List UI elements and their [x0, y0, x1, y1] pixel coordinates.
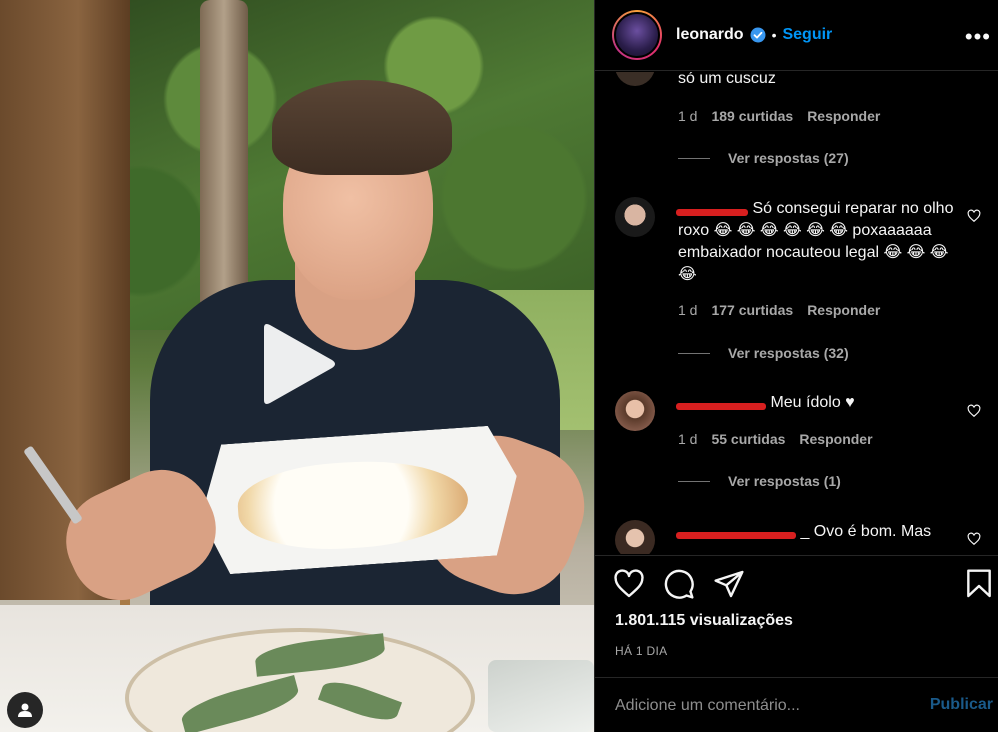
- view-replies-label: Ver respostas (1): [728, 473, 841, 489]
- heart-icon[interactable]: [613, 568, 645, 600]
- comment-body: _ Ovo é bom. Mas: [676, 521, 968, 543]
- comments-list[interactable]: só um cuscuz 1 d 189 curtidas Responder …: [595, 72, 998, 554]
- reply-button[interactable]: Responder: [807, 302, 880, 318]
- comment-icon[interactable]: [663, 568, 695, 600]
- comment-body: Só consegui reparar no olho roxo 😂 😂 😂 😂…: [676, 198, 968, 286]
- separator-dot: •: [771, 27, 777, 43]
- comment-text: só um cuscuz: [678, 72, 776, 87]
- more-options-icon[interactable]: •••: [965, 24, 991, 50]
- comment-text: _ Ovo é bom. Mas: [800, 523, 932, 540]
- post-side-panel: leonardo • Seguir ••• só um cuscuz 1 d 1…: [594, 0, 998, 732]
- comment-avatar[interactable]: [615, 72, 655, 86]
- video-glass: [488, 660, 594, 732]
- heart-icon[interactable]: [967, 532, 981, 546]
- comment-meta: 1 d 177 curtidas Responder: [678, 302, 880, 318]
- comment-time: 1 d: [678, 108, 698, 124]
- user-tag-icon: [18, 703, 32, 717]
- heart-icon[interactable]: [967, 209, 981, 223]
- comment-likes[interactable]: 189 curtidas: [711, 108, 793, 124]
- comment-time: 1 d: [678, 302, 698, 318]
- comment-body: Meu ídolo ♥: [676, 392, 968, 414]
- comment-username[interactable]: [676, 394, 770, 411]
- comment-avatar[interactable]: [615, 520, 655, 554]
- reply-button[interactable]: Responder: [807, 108, 880, 124]
- view-count[interactable]: 1.801.115 visualizações: [615, 612, 793, 630]
- post-actions: 1.801.115 visualizações HÁ 1 DIA: [595, 555, 998, 677]
- comment-username[interactable]: [676, 200, 752, 217]
- view-replies-label: Ver respostas (27): [728, 150, 849, 166]
- post-video[interactable]: [0, 0, 594, 732]
- share-icon[interactable]: [713, 568, 745, 600]
- author-avatar[interactable]: [612, 10, 662, 60]
- reply-button[interactable]: Responder: [799, 431, 872, 447]
- view-replies-button[interactable]: Ver respostas (1): [678, 473, 841, 489]
- video-person: [272, 80, 452, 175]
- heart-icon[interactable]: [967, 404, 981, 418]
- comment-input[interactable]: [615, 694, 905, 718]
- comment-avatar[interactable]: [615, 197, 655, 237]
- comment-composer: Publicar: [595, 677, 998, 732]
- comment-username[interactable]: [676, 523, 800, 540]
- verified-badge-icon: [750, 27, 766, 43]
- view-replies-button[interactable]: Ver respostas (32): [678, 345, 849, 361]
- bookmark-icon[interactable]: [963, 568, 995, 600]
- comment-time: 1 d: [678, 431, 698, 447]
- publish-button[interactable]: Publicar: [930, 696, 993, 714]
- user-tag-button[interactable]: [7, 692, 43, 728]
- comment-text: Meu ídolo ♥: [770, 394, 855, 411]
- author-username[interactable]: leonardo: [676, 26, 744, 44]
- comment-meta: 1 d 189 curtidas Responder: [678, 108, 880, 124]
- follow-button[interactable]: Seguir: [782, 26, 832, 44]
- post-timestamp[interactable]: HÁ 1 DIA: [615, 644, 667, 658]
- comment-likes[interactable]: 177 curtidas: [711, 302, 793, 318]
- view-replies-button[interactable]: Ver respostas (27): [678, 150, 849, 166]
- video-background: [200, 0, 248, 310]
- comment-likes[interactable]: 55 curtidas: [711, 431, 785, 447]
- post-header: leonardo • Seguir •••: [595, 0, 998, 71]
- comment-avatar[interactable]: [615, 391, 655, 431]
- comment-meta: 1 d 55 curtidas Responder: [678, 431, 873, 447]
- play-icon: [264, 324, 335, 404]
- play-button[interactable]: [258, 322, 338, 406]
- view-replies-label: Ver respostas (32): [728, 345, 849, 361]
